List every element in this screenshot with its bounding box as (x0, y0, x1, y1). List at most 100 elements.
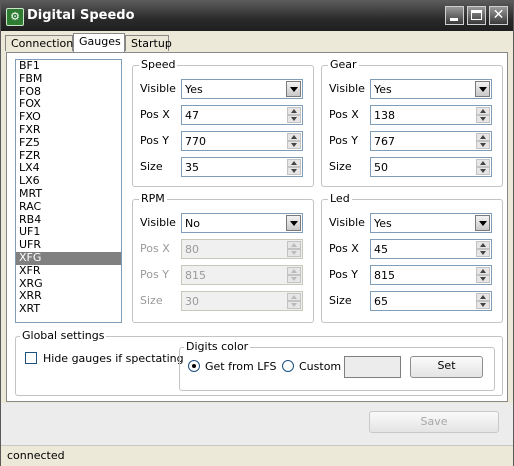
decrement-arrow-icon[interactable] (476, 141, 490, 149)
rpm-posy-stepper[interactable]: 815 (181, 265, 303, 285)
speed-posy-stepper[interactable]: 770 (181, 131, 303, 151)
car-list[interactable]: BF1 FBM FO8 FOX FXO FXR FZ5 FZR LX4 LX6 MRT RAC RB4 U… (15, 59, 122, 323)
gear-visible-value: Yes (374, 83, 392, 96)
chevron-down-icon[interactable] (475, 81, 490, 97)
chevron-down-icon[interactable] (286, 81, 301, 97)
car-list-item[interactable]: FZ5 (16, 136, 121, 150)
led-group: Led Visible Yes Pos X 45 Pos Y 815 Size … (321, 192, 503, 323)
increment-arrow-icon[interactable] (287, 293, 301, 301)
decrement-arrow-icon[interactable] (476, 301, 490, 309)
custom-label[interactable]: Custom (299, 360, 341, 373)
decrement-arrow-icon[interactable] (476, 275, 490, 283)
tab-gauges[interactable]: Gauges (73, 33, 125, 52)
car-list-item[interactable]: BF1 (16, 60, 121, 73)
led-visible-select[interactable]: Yes (370, 213, 492, 233)
gear-visible-label: Visible (329, 82, 365, 95)
chevron-down-icon[interactable] (286, 215, 301, 231)
increment-arrow-icon[interactable] (287, 107, 301, 115)
led-posx-value: 45 (374, 243, 388, 256)
decrement-arrow-icon[interactable] (287, 141, 301, 149)
close-button[interactable]: ✕ (489, 6, 508, 25)
rpm-size-value: 30 (185, 295, 199, 308)
digits-color-group: Digits color Get from LFS Custom Set (179, 340, 495, 391)
rpm-size-stepper[interactable]: 30 (181, 291, 303, 311)
window-title: Digital Speedo (27, 8, 135, 23)
increment-arrow-icon[interactable] (287, 241, 301, 249)
gear-posx-label: Pos X (329, 108, 359, 121)
rpm-posx-label: Pos X (140, 242, 170, 255)
gear-group: Gear Visible Yes Pos X 138 Pos Y 767 Siz… (321, 58, 503, 187)
increment-arrow-icon[interactable] (476, 133, 490, 141)
title-bar[interactable]: ⚙ Digital Speedo ✕ (1, 1, 513, 31)
decrement-arrow-icon[interactable] (476, 115, 490, 123)
car-list-item[interactable]: FBM (16, 72, 121, 86)
gear-posx-stepper[interactable]: 138 (370, 105, 492, 125)
decrement-arrow-icon[interactable] (476, 249, 490, 257)
decrement-arrow-icon[interactable] (287, 301, 301, 309)
tab-connection[interactable]: Connection (5, 35, 73, 51)
led-posy-stepper[interactable]: 815 (370, 265, 492, 285)
decrement-arrow-icon[interactable] (476, 167, 490, 175)
minimize-button[interactable] (445, 6, 464, 25)
decrement-arrow-icon[interactable] (287, 167, 301, 175)
car-list-item[interactable]: XRT (16, 302, 121, 316)
speed-posx-value: 47 (185, 109, 199, 122)
custom-color-swatch (344, 356, 401, 378)
save-button[interactable]: Save (369, 411, 499, 433)
speed-posx-stepper[interactable]: 47 (181, 105, 303, 125)
increment-arrow-icon[interactable] (476, 267, 490, 275)
chevron-down-icon[interactable] (475, 215, 490, 231)
close-icon: ✕ (492, 7, 505, 23)
gauges-panel: BF1 FBM FO8 FOX FXO FXR FZ5 FZR LX4 LX6 MRT RAC RB4 U… (6, 52, 508, 402)
tab-startup[interactable]: Startup (125, 35, 172, 51)
speed-size-stepper[interactable]: 35 (181, 157, 303, 177)
maximize-button[interactable] (467, 6, 486, 25)
led-posx-stepper[interactable]: 45 (370, 239, 492, 259)
decrement-arrow-icon[interactable] (287, 249, 301, 257)
status-text: connected (7, 449, 65, 462)
get-from-lfs-radio[interactable] (188, 360, 200, 372)
footer-area: Save (1, 403, 513, 445)
car-list-item[interactable]: RAC (16, 200, 121, 214)
car-list-item[interactable]: XFG (16, 251, 121, 265)
custom-radio[interactable] (282, 360, 294, 372)
global-settings-group: Global settings Hide gauges if spectatin… (15, 329, 503, 396)
led-visible-label: Visible (329, 216, 365, 229)
rpm-group: RPM Visible No Pos X 80 Pos Y 815 Size 3… (132, 192, 314, 323)
increment-arrow-icon[interactable] (476, 241, 490, 249)
get-from-lfs-label[interactable]: Get from LFS (205, 360, 276, 373)
rpm-visible-select[interactable]: No (181, 213, 303, 233)
rpm-posx-stepper[interactable]: 80 (181, 239, 303, 259)
car-list-item[interactable]: XFR (16, 264, 121, 278)
set-color-button[interactable]: Set (410, 356, 483, 378)
increment-arrow-icon[interactable] (476, 159, 490, 167)
speed-visible-select[interactable]: Yes (181, 79, 303, 99)
gear-size-label: Size (329, 160, 352, 173)
increment-arrow-icon[interactable] (287, 267, 301, 275)
increment-arrow-icon[interactable] (476, 293, 490, 301)
car-list-item[interactable]: MRT (16, 187, 121, 201)
app-window: ⚙ Digital Speedo ✕ Connection Gauges Sta… (0, 0, 514, 466)
speed-posy-value: 770 (185, 135, 206, 148)
gear-visible-select[interactable]: Yes (370, 79, 492, 99)
increment-arrow-icon[interactable] (287, 133, 301, 141)
speed-size-value: 35 (185, 161, 199, 174)
hide-gauges-label[interactable]: Hide gauges if spectating (43, 352, 184, 365)
increment-arrow-icon[interactable] (287, 159, 301, 167)
rpm-posy-label: Pos Y (140, 268, 169, 281)
led-size-stepper[interactable]: 65 (370, 291, 492, 311)
speed-visible-label: Visible (140, 82, 176, 95)
led-group-title: Led (328, 192, 352, 205)
gear-size-stepper[interactable]: 50 (370, 157, 492, 177)
gear-size-value: 50 (374, 161, 388, 174)
decrement-arrow-icon[interactable] (287, 115, 301, 123)
increment-arrow-icon[interactable] (476, 107, 490, 115)
rpm-visible-value: No (185, 217, 200, 230)
decrement-arrow-icon[interactable] (287, 275, 301, 283)
gear-posy-stepper[interactable]: 767 (370, 131, 492, 151)
led-posx-label: Pos X (329, 242, 359, 255)
led-visible-value: Yes (374, 217, 392, 230)
minimize-icon (450, 18, 458, 21)
hide-gauges-checkbox[interactable] (25, 352, 37, 364)
car-list-item[interactable]: FXR (16, 123, 121, 137)
